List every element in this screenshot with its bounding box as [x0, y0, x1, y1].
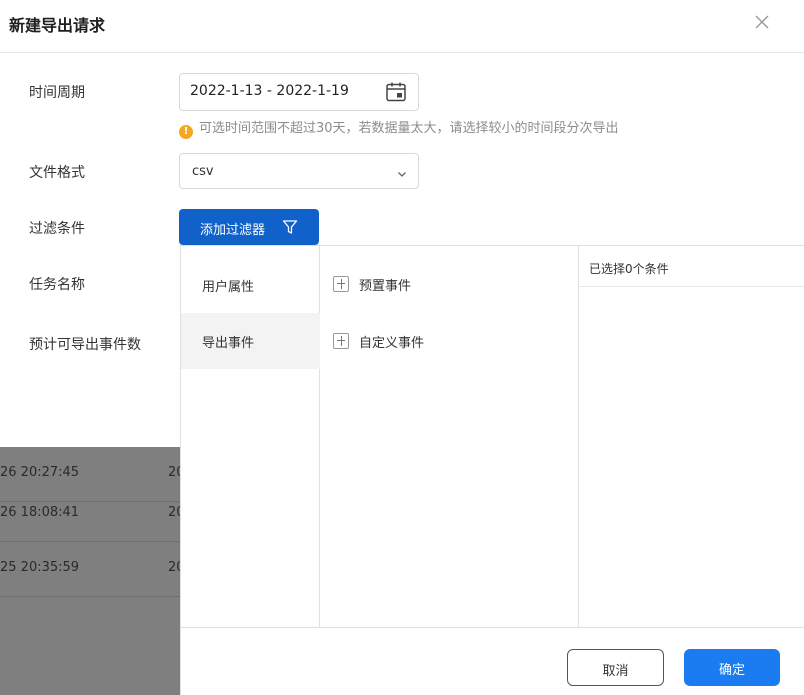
add-filter-label: 添加过滤器 [200, 223, 266, 238]
file-format-select[interactable]: csv [179, 153, 419, 189]
category-export-events[interactable]: 导出事件 [181, 313, 320, 369]
plus-square-icon[interactable] [333, 333, 349, 349]
cancel-label: 取消 [602, 664, 629, 679]
estimated-events-label: 预计可导出事件数 [29, 337, 141, 353]
row-time: 26 18:08:41 [0, 505, 80, 520]
warning-icon: ! [179, 125, 193, 139]
modal-header: 新建导出请求 [0, 0, 804, 53]
category-label: 导出事件 [202, 336, 255, 351]
event-list: 预置事件 自定义事件 [320, 246, 579, 627]
date-range-value: 2022-1-13 - 2022-1-19 [190, 83, 349, 99]
filter-panel: 用户属性 导出事件 预置事件 自定义事件 已选择0个条件 取消 确定 [180, 245, 804, 695]
plus-square-icon[interactable] [333, 276, 349, 292]
selected-conditions: 已选择0个条件 [579, 246, 804, 627]
close-icon[interactable] [752, 12, 772, 32]
filter-category-list: 用户属性 导出事件 [181, 246, 320, 627]
confirm-button[interactable]: 确定 [684, 649, 780, 686]
cancel-button[interactable]: 取消 [567, 649, 664, 686]
event-label: 自定义事件 [359, 336, 425, 351]
task-name-label: 任务名称 [29, 277, 85, 293]
row-col2: 20 [168, 560, 180, 575]
table-row: 25 20:35:59 20 [0, 542, 180, 597]
file-format-label: 文件格式 [29, 165, 85, 181]
add-filter-button[interactable]: 添加过滤器 [179, 209, 319, 245]
date-range-hint: ! 可选时间范围不超过30天，若数据量太大，请选择较小的时间段分次导出 [179, 117, 619, 139]
selected-count: 已选择0个条件 [589, 262, 669, 276]
filter-label: 过滤条件 [29, 221, 85, 237]
confirm-label: 确定 [718, 663, 745, 678]
time-period-label: 时间周期 [29, 85, 85, 101]
chevron-down-icon [396, 165, 408, 184]
row-col2: 20 [168, 465, 180, 480]
hint-text: 可选时间范围不超过30天，若数据量太大，请选择较小的时间段分次导出 [199, 121, 619, 136]
date-range-picker[interactable]: 2022-1-13 - 2022-1-19 [179, 73, 419, 111]
modal-title: 新建导出请求 [9, 16, 106, 35]
event-label: 预置事件 [359, 279, 412, 294]
table-row: 26 18:08:41 20 [0, 487, 180, 542]
panel-footer: 取消 确定 [181, 627, 804, 695]
selected-header: 已选择0个条件 [579, 246, 804, 287]
row-col2: 20 [168, 505, 180, 520]
row-time: 25 20:35:59 [0, 560, 80, 575]
filter-icon [282, 219, 298, 239]
calendar-icon[interactable] [385, 81, 407, 107]
row-time: 26 20:27:45 [0, 465, 80, 480]
file-format-value: csv [192, 164, 214, 179]
category-label: 用户属性 [202, 280, 255, 295]
category-user-attributes[interactable]: 用户属性 [181, 257, 320, 313]
